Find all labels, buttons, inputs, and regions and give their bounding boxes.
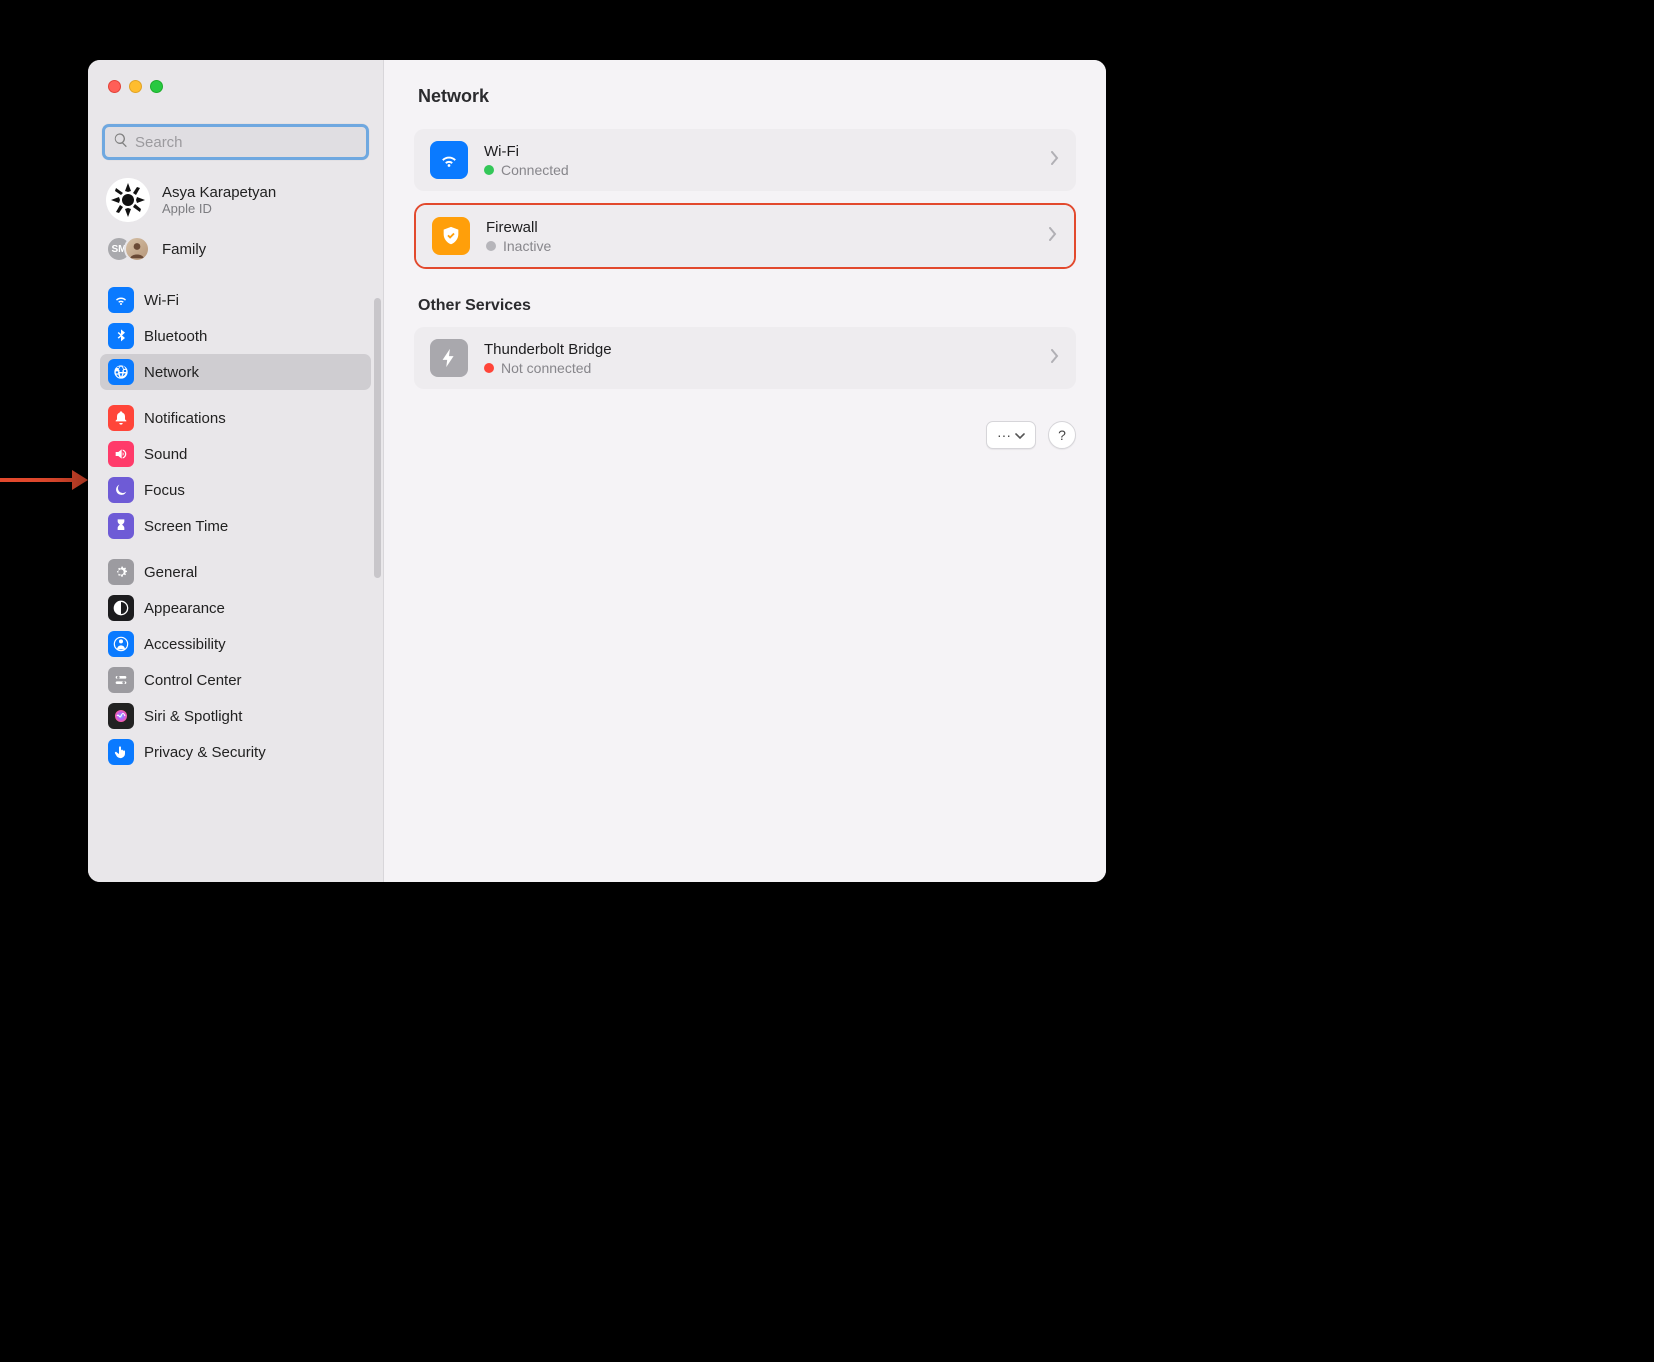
thunderbolt-bridge-title: Thunderbolt Bridge [484,341,1034,358]
row-thunderbolt-bridge[interactable]: Thunderbolt Bridge Not connected [414,327,1076,389]
close-button[interactable] [108,80,121,93]
sidebar-item-network[interactable]: Network [100,354,371,390]
wifi-icon [108,287,134,313]
sidebar-item-family[interactable]: SM Family [100,230,371,272]
avatar [106,178,150,222]
sidebar-item-label: Focus [144,482,185,499]
sidebar-item-screen-time[interactable]: Screen Time [100,508,371,544]
person-icon [108,631,134,657]
switches-icon [108,667,134,693]
content-pane: Network Wi-Fi Connected Firewall Inactiv… [384,60,1106,882]
sidebar-item-label: Appearance [144,600,225,617]
sidebar-item-siri-spotlight[interactable]: Siri & Spotlight [100,698,371,734]
sidebar-scrollbar[interactable] [374,298,381,578]
chevron-right-icon [1050,151,1060,170]
wi-fi-title: Wi-Fi [484,143,1034,160]
search-icon [113,132,129,153]
sidebar-item-general[interactable]: General [100,554,371,590]
footer-actions: ··· ? [414,421,1076,449]
zoom-button[interactable] [150,80,163,93]
page-title: Network [414,80,1076,129]
moon-icon [108,477,134,503]
status-dot [486,241,496,251]
sidebar-item-sound[interactable]: Sound [100,436,371,472]
sidebar-item-label: Accessibility [144,636,226,653]
sidebar-item-focus[interactable]: Focus [100,472,371,508]
status-dot [484,363,494,373]
sidebar-item-label: Network [144,364,199,381]
sidebar-item-label: Wi-Fi [144,292,179,309]
sidebar-item-label: Bluetooth [144,328,207,345]
gear-icon [108,559,134,585]
other-services-title: Other Services [414,269,1076,327]
sidebar-item-label: Sound [144,446,187,463]
status-dot [484,165,494,175]
thunderbolt-bridge-status: Not connected [501,360,591,376]
help-button[interactable]: ? [1048,421,1076,449]
family-avatars: SM [106,236,150,262]
siri-icon [108,703,134,729]
firewall-status: Inactive [503,238,551,254]
row-firewall[interactable]: Firewall Inactive [416,205,1074,267]
row-wi-fi[interactable]: Wi-Fi Connected [414,129,1076,191]
more-options-button[interactable]: ··· [986,421,1036,449]
hourglass-icon [108,513,134,539]
sidebar-item-accessibility[interactable]: Accessibility [100,626,371,662]
sidebar-item-bluetooth[interactable]: Bluetooth [100,318,371,354]
firewall-highlight: Firewall Inactive [414,203,1076,269]
search-input[interactable] [135,134,358,151]
sound-icon [108,441,134,467]
ellipsis-icon: ··· [997,427,1011,443]
sidebar-scroll: Asya Karapetyan Apple ID SM Family Wi-Fi… [88,170,383,882]
minimize-button[interactable] [129,80,142,93]
firewall-title: Firewall [486,219,1032,236]
chevron-down-icon [1015,427,1025,443]
chevron-right-icon [1050,349,1060,368]
sidebar-item-label: Siri & Spotlight [144,708,242,725]
other-services-list: Thunderbolt Bridge Not connected [414,327,1076,389]
family-member-photo [124,236,150,262]
annotation-arrow [0,476,88,484]
wi-fi-status: Connected [501,162,569,178]
sidebar-item-label: General [144,564,197,581]
sidebar-item-wi-fi[interactable]: Wi-Fi [100,282,371,318]
sidebar-item-privacy-security[interactable]: Privacy & Security [100,734,371,770]
sidebar-item-notifications[interactable]: Notifications [100,400,371,436]
wifi-icon [430,141,468,179]
sidebar-item-control-center[interactable]: Control Center [100,662,371,698]
sidebar-item-label: Privacy & Security [144,744,266,761]
help-icon: ? [1058,427,1066,443]
search-field[interactable] [102,124,369,160]
chevron-right-icon [1048,227,1058,246]
network-services-list: Wi-Fi Connected [414,129,1076,191]
bluetooth-icon [108,323,134,349]
sidebar-item-label: Control Center [144,672,242,689]
bell-icon [108,405,134,431]
contrast-icon [108,595,134,621]
sidebar-item-label: Notifications [144,410,226,427]
shield-icon [432,217,470,255]
bolt-icon [430,339,468,377]
window-controls [88,60,383,110]
hand-icon [108,739,134,765]
system-settings-window: Asya Karapetyan Apple ID SM Family Wi-Fi… [88,60,1106,882]
globe-icon [108,359,134,385]
family-label: Family [162,241,206,258]
account-name: Asya Karapetyan [162,184,276,201]
account-sub: Apple ID [162,201,276,216]
sidebar: Asya Karapetyan Apple ID SM Family Wi-Fi… [88,60,384,882]
sidebar-item-label: Screen Time [144,518,228,535]
sidebar-item-apple-id[interactable]: Asya Karapetyan Apple ID [100,170,371,230]
sidebar-item-appearance[interactable]: Appearance [100,590,371,626]
